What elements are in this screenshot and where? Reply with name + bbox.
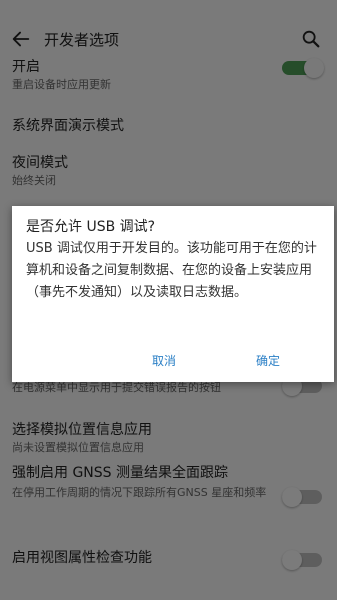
dialog-message: USB 调试仅用于开发目的。该功能可用于在您的计算机和设备之间复制数据、在您的设…: [26, 241, 317, 300]
cancel-button[interactable]: 取消: [152, 352, 176, 369]
usb-debug-dialog: 是否允许 USB 调试? USB 调试仅用于开发目的。该功能可用于在您的计算机和…: [12, 206, 334, 382]
ok-button[interactable]: 确定: [256, 352, 280, 369]
dialog-title: 是否允许 USB 调试?: [26, 219, 156, 235]
